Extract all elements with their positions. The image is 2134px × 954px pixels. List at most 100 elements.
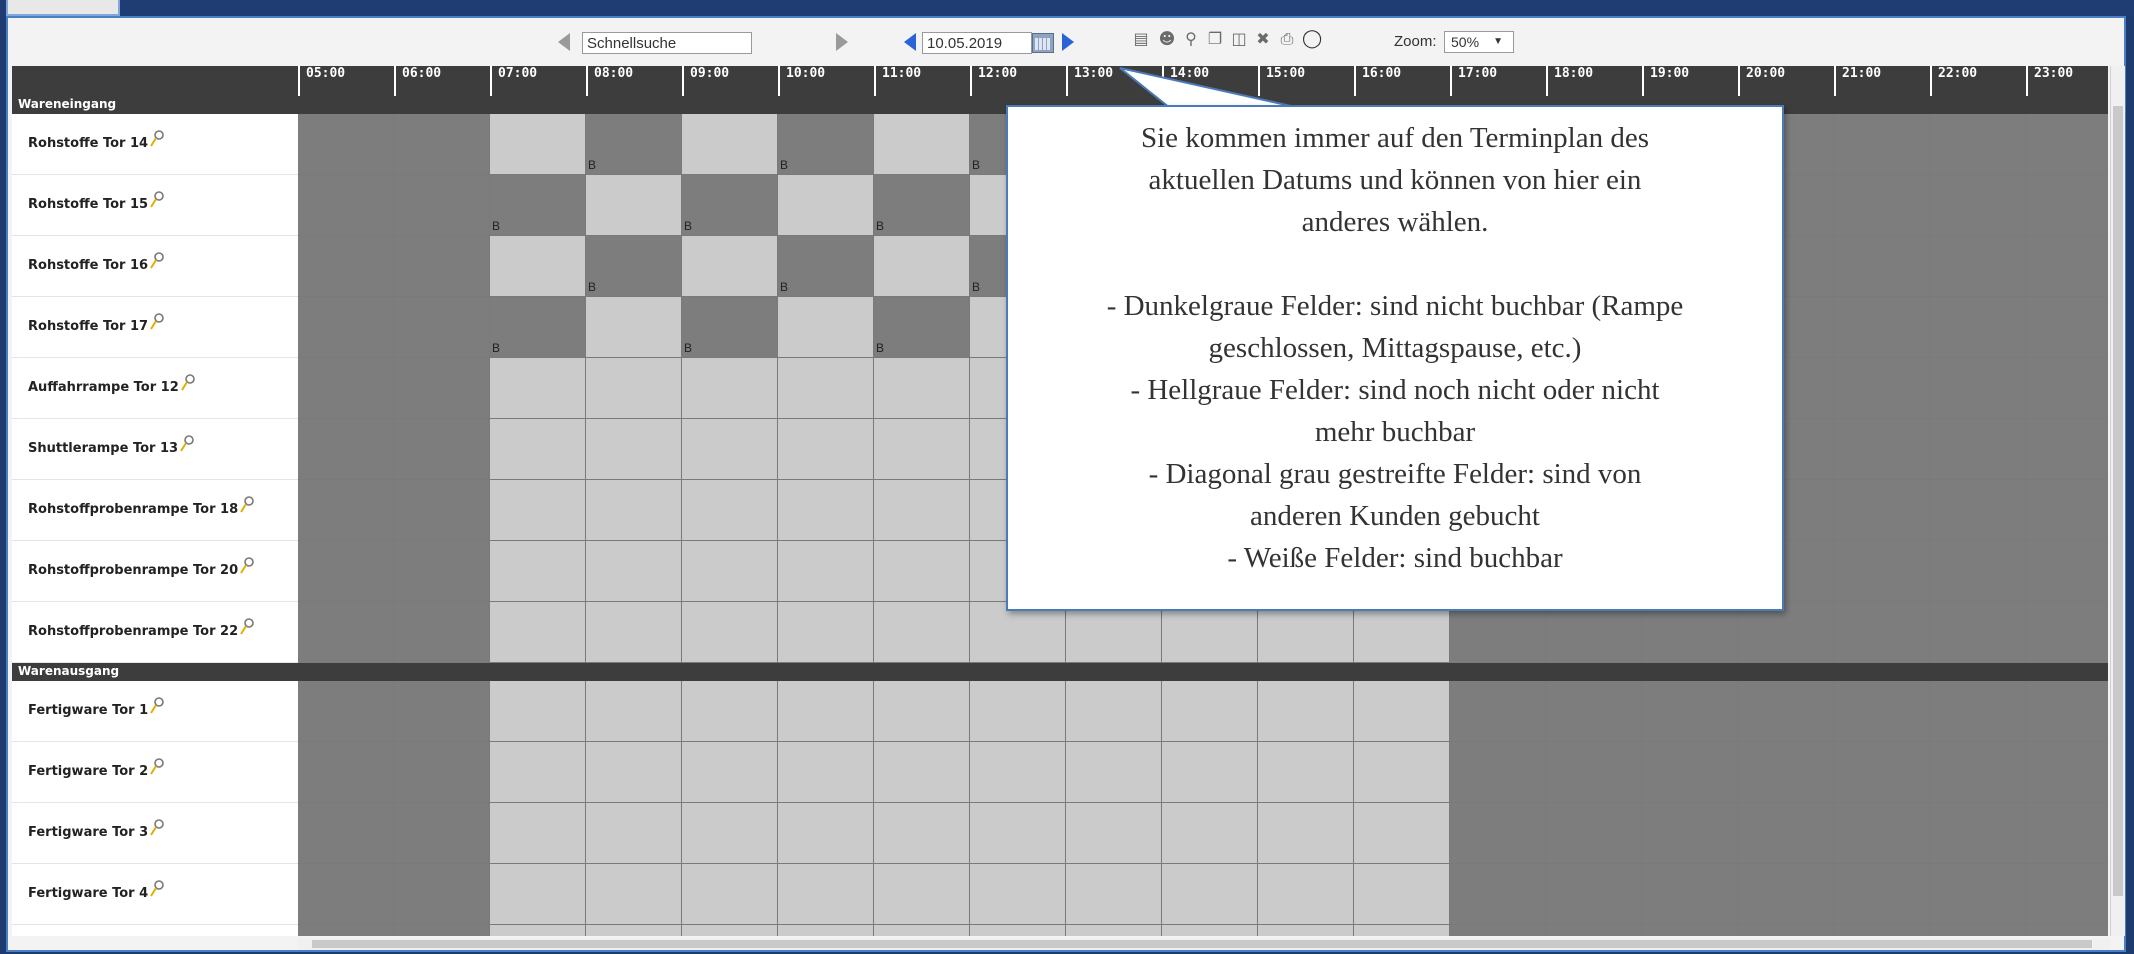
schedule-slot[interactable] <box>970 925 1066 936</box>
schedule-slot[interactable]: B <box>490 175 586 236</box>
schedule-slot[interactable] <box>298 541 394 602</box>
schedule-slot[interactable] <box>586 742 682 803</box>
schedule-slot[interactable] <box>778 175 874 236</box>
schedule-slot[interactable] <box>298 114 394 175</box>
schedule-slot[interactable] <box>2026 114 2108 175</box>
schedule-slot[interactable] <box>1546 925 1642 936</box>
schedule-slot[interactable] <box>394 175 490 236</box>
magnifier-icon[interactable] <box>150 696 164 714</box>
schedule-slot[interactable] <box>1930 419 2026 480</box>
schedule-slot[interactable] <box>874 864 970 925</box>
schedule-slot[interactable] <box>2026 742 2108 803</box>
horizontal-scrollbar[interactable] <box>298 938 2110 950</box>
schedule-slot[interactable] <box>1930 864 2026 925</box>
schedule-slot[interactable] <box>394 681 490 742</box>
schedule-slot[interactable] <box>682 602 778 663</box>
schedule-slot[interactable] <box>2026 602 2108 663</box>
schedule-slot[interactable] <box>1930 541 2026 602</box>
schedule-slot[interactable] <box>778 419 874 480</box>
schedule-slot[interactable] <box>1258 864 1354 925</box>
schedule-slot[interactable] <box>490 803 586 864</box>
schedule-slot[interactable] <box>298 803 394 864</box>
schedule-slot[interactable] <box>394 925 490 936</box>
schedule-slot[interactable] <box>298 175 394 236</box>
schedule-slot[interactable] <box>1066 602 1162 663</box>
schedule-slot[interactable] <box>1354 864 1450 925</box>
schedule-slot[interactable] <box>586 358 682 419</box>
schedule-slot[interactable] <box>1930 297 2026 358</box>
schedule-slot[interactable] <box>394 358 490 419</box>
schedule-slot[interactable] <box>298 419 394 480</box>
magnifier-icon[interactable] <box>240 617 254 635</box>
schedule-slot[interactable] <box>778 864 874 925</box>
schedule-slot[interactable] <box>2026 541 2108 602</box>
schedule-slot[interactable] <box>298 925 394 936</box>
schedule-slot[interactable] <box>682 925 778 936</box>
schedule-slot[interactable] <box>1738 681 1834 742</box>
schedule-slot[interactable] <box>2026 925 2108 936</box>
schedule-slot[interactable]: B <box>682 297 778 358</box>
schedule-slot[interactable] <box>1930 742 2026 803</box>
schedule-slot[interactable] <box>2026 803 2108 864</box>
schedule-slot[interactable] <box>1738 803 1834 864</box>
schedule-slot[interactable]: B <box>778 236 874 297</box>
next-day-icon[interactable] <box>1062 33 1074 51</box>
date-input[interactable]: 10.05.2019 <box>922 32 1032 54</box>
schedule-slot[interactable] <box>874 803 970 864</box>
schedule-slot[interactable] <box>970 864 1066 925</box>
schedule-slot[interactable] <box>394 480 490 541</box>
schedule-slot[interactable] <box>394 864 490 925</box>
schedule-slot[interactable] <box>1738 864 1834 925</box>
schedule-slot[interactable] <box>394 742 490 803</box>
active-tab[interactable] <box>6 0 120 16</box>
schedule-slot[interactable] <box>1066 864 1162 925</box>
schedule-slot[interactable] <box>1834 742 1930 803</box>
schedule-slot[interactable] <box>1738 925 1834 936</box>
schedule-slot[interactable] <box>1066 681 1162 742</box>
schedule-slot[interactable] <box>1450 803 1546 864</box>
schedule-slot[interactable] <box>586 864 682 925</box>
schedule-slot[interactable] <box>682 864 778 925</box>
schedule-slot[interactable] <box>1642 742 1738 803</box>
schedule-slot[interactable] <box>1834 803 1930 864</box>
schedule-slot[interactable] <box>778 681 874 742</box>
schedule-slot[interactable] <box>1258 803 1354 864</box>
schedule-slot[interactable] <box>682 803 778 864</box>
schedule-slot[interactable] <box>490 114 586 175</box>
schedule-slot[interactable] <box>682 114 778 175</box>
schedule-slot[interactable] <box>1354 742 1450 803</box>
schedule-slot[interactable] <box>490 602 586 663</box>
schedule-slot[interactable] <box>970 602 1066 663</box>
schedule-slot[interactable] <box>778 602 874 663</box>
magnifier-icon[interactable] <box>240 556 254 574</box>
schedule-slot[interactable] <box>1834 864 1930 925</box>
schedule-slot[interactable] <box>1162 925 1258 936</box>
schedule-slot[interactable] <box>1162 602 1258 663</box>
print-icon[interactable]: ⎙ <box>1278 30 1296 48</box>
schedule-slot[interactable] <box>1930 236 2026 297</box>
schedule-slot[interactable] <box>490 480 586 541</box>
schedule-slot[interactable] <box>1834 114 1930 175</box>
schedule-slot[interactable] <box>1642 864 1738 925</box>
schedule-slot[interactable] <box>682 742 778 803</box>
schedule-slot[interactable] <box>1834 480 1930 541</box>
magnifier-icon[interactable] <box>150 757 164 775</box>
schedule-slot[interactable] <box>490 236 586 297</box>
schedule-slot[interactable] <box>1930 925 2026 936</box>
schedule-slot[interactable] <box>298 681 394 742</box>
schedule-slot[interactable] <box>298 742 394 803</box>
schedule-slot[interactable] <box>586 419 682 480</box>
schedule-slot[interactable] <box>586 681 682 742</box>
schedule-slot[interactable] <box>1834 358 1930 419</box>
schedule-slot[interactable] <box>1162 864 1258 925</box>
schedule-slot[interactable] <box>970 803 1066 864</box>
schedule-slot[interactable]: B <box>874 175 970 236</box>
schedule-slot[interactable] <box>1738 602 1834 663</box>
magnifier-icon[interactable] <box>240 495 254 513</box>
schedule-slot[interactable] <box>874 419 970 480</box>
schedule-slot[interactable]: B <box>586 114 682 175</box>
refresh-icon[interactable]: ◯ <box>1302 30 1322 48</box>
schedule-slot[interactable] <box>874 681 970 742</box>
magnifier-icon[interactable] <box>150 879 164 897</box>
schedule-slot[interactable] <box>1930 602 2026 663</box>
